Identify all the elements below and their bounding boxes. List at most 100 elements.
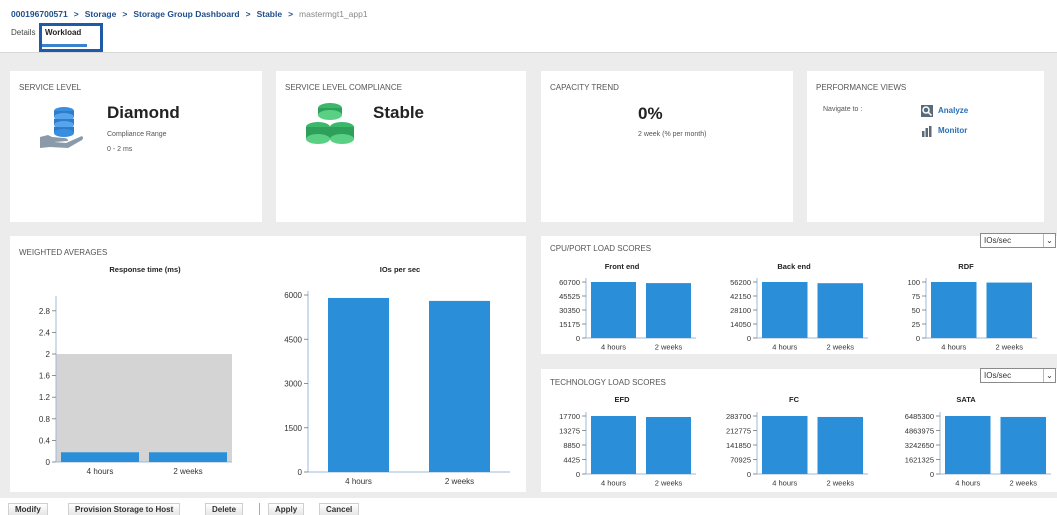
card-title: CAPACITY TREND — [550, 83, 619, 92]
breadcrumb: 000196700571 > Storage > Storage Group Dashb… — [11, 9, 368, 19]
service-level-card: SERVICE LEVEL Diamond Compliance Range 0… — [10, 71, 262, 222]
y-tick-label: 42150 — [730, 292, 751, 301]
weighted-averages-card: WEIGHTED AVERAGES Response time (ms) IOs… — [10, 236, 526, 492]
y-tick-label: 15175 — [559, 320, 580, 329]
tab-highlight-box — [39, 23, 103, 52]
x-tick-label: 2 weeks — [1009, 479, 1037, 488]
y-tick-label: 0.4 — [39, 436, 51, 445]
y-tick-label: 0 — [576, 334, 580, 343]
monitor-icon[interactable] — [921, 125, 933, 137]
provision-storage-button[interactable]: Provision Storage to Host — [68, 503, 181, 515]
bar — [149, 452, 227, 462]
compliance-status: Stable — [373, 103, 425, 122]
y-tick-label: 3000 — [284, 380, 302, 389]
monitor-link[interactable]: Monitor — [938, 126, 967, 135]
y-tick-label: 28100 — [730, 306, 751, 315]
cancel-button[interactable]: Cancel — [319, 503, 360, 515]
breadcrumb-storage[interactable]: Storage — [85, 9, 117, 19]
y-tick-label: 50 — [912, 306, 920, 315]
compliance-range-value: 0 - 2 ms — [107, 146, 133, 153]
y-tick-label: 0 — [576, 470, 580, 479]
y-tick-label: 1621325 — [905, 456, 934, 465]
breadcrumb-separator: > — [73, 9, 79, 19]
performance-views-card: PERFORMANCE VIEWS Navigate to : Analyze … — [807, 71, 1044, 222]
y-tick-label: 212775 — [726, 427, 751, 436]
y-tick-label: 17700 — [559, 412, 580, 421]
y-tick-label: 0 — [930, 470, 934, 479]
delete-button[interactable]: Delete — [205, 503, 244, 515]
bar — [429, 300, 490, 472]
breadcrumb-separator: > — [288, 9, 294, 19]
y-tick-label: 25 — [912, 320, 920, 329]
dashboard-area: SERVICE LEVEL Diamond Compliance Range 0… — [0, 52, 1057, 498]
analyze-link[interactable]: Analyze — [938, 106, 968, 115]
y-tick-label: 1.2 — [39, 393, 51, 402]
y-tick-label: 100 — [907, 278, 920, 287]
x-tick-label: 4 hours — [941, 343, 966, 352]
card-title: SERVICE LEVEL — [19, 83, 82, 92]
breadcrumb-stable[interactable]: Stable — [257, 9, 283, 19]
button-divider — [259, 503, 260, 515]
tab-details[interactable]: Details — [11, 28, 35, 37]
bar — [328, 297, 389, 472]
bar — [762, 416, 808, 474]
y-tick-label: 1500 — [284, 424, 302, 433]
bar — [817, 283, 863, 338]
capacity-trend-caption: 2 week (% per month) — [638, 131, 707, 138]
y-tick-label: 56200 — [730, 278, 751, 287]
bar — [591, 282, 636, 338]
card-title: PERFORMANCE VIEWS — [816, 83, 907, 92]
y-tick-label: 6000 — [284, 291, 302, 300]
card-title: SERVICE LEVEL COMPLIANCE — [285, 83, 402, 92]
y-tick-label: 45525 — [559, 292, 580, 301]
y-tick-label: 283700 — [726, 412, 751, 421]
bar — [762, 282, 808, 338]
y-tick-label: 0 — [46, 458, 51, 467]
breadcrumb-current: mastermgt1_app1 — [299, 9, 368, 19]
technology-load-charts: 0 4425 8850 13275 17700 4 hours 2 weeks 0 70925 1… — [559, 412, 1051, 488]
y-tick-label: 0.8 — [39, 415, 51, 424]
y-tick-label: 4425 — [563, 456, 580, 465]
y-tick-label: 30350 — [559, 306, 580, 315]
apply-button[interactable]: Apply — [268, 503, 305, 515]
y-tick-label: 70925 — [730, 456, 751, 465]
x-tick-label: 2 weeks — [655, 343, 683, 352]
y-tick-label: 2 — [46, 350, 51, 359]
compliance-band — [56, 354, 232, 462]
capacity-trend-card: CAPACITY TREND 0% 2 week (% per month) — [541, 71, 793, 222]
y-tick-label: 0 — [298, 468, 303, 477]
bar — [945, 416, 991, 474]
x-tick-label: 2 weeks — [445, 477, 474, 486]
y-tick-label: 75 — [912, 292, 920, 301]
action-button-bar: Modify Provision Storage to Host Delete … — [0, 500, 1057, 515]
x-tick-label: 4 hours — [772, 479, 797, 488]
database-hand-icon — [40, 107, 83, 148]
y-tick-label: 14050 — [730, 320, 751, 329]
analyze-icon[interactable] — [921, 105, 933, 117]
y-tick-label: 60700 — [559, 278, 580, 287]
bar — [591, 416, 636, 474]
breadcrumb-separator: > — [245, 9, 251, 19]
bar — [817, 416, 863, 474]
x-tick-label: 4 hours — [601, 343, 626, 352]
bar — [931, 282, 977, 338]
y-tick-label: 141850 — [726, 441, 751, 450]
bar — [646, 283, 691, 338]
breadcrumb-array[interactable]: 000196700571 — [11, 9, 68, 19]
navigate-label: Navigate to : — [823, 106, 863, 113]
y-tick-label: 2.8 — [39, 307, 51, 316]
x-tick-label: 4 hours — [772, 343, 797, 352]
x-tick-label: 4 hours — [601, 479, 626, 488]
compliance-card: SERVICE LEVEL COMPLIANCE Stable — [276, 71, 526, 222]
modify-button[interactable]: Modify — [8, 503, 48, 515]
cpu-port-load-card: CPU/PORT LOAD SCORES IOs/sec ⌄ Front end… — [541, 233, 1057, 354]
bar — [1000, 416, 1046, 474]
breadcrumb-sg-dashboard[interactable]: Storage Group Dashboard — [133, 9, 239, 19]
capacity-trend-value: 0% — [638, 104, 663, 123]
green-database-stack-icon — [306, 103, 354, 144]
response-time-chart: 0 0.4 0.8 1.2 1.6 2 2.4 2.8 4 hours 2 weeks 0 1500 3… — [39, 291, 510, 486]
cpu-port-load-charts: 0 15175 30350 45525 60700 4 hours 2 weeks 0 1405… — [559, 278, 1037, 352]
y-tick-label: 4863975 — [905, 427, 934, 436]
x-tick-label: 4 hours — [955, 479, 980, 488]
y-tick-label: 0 — [747, 470, 751, 479]
